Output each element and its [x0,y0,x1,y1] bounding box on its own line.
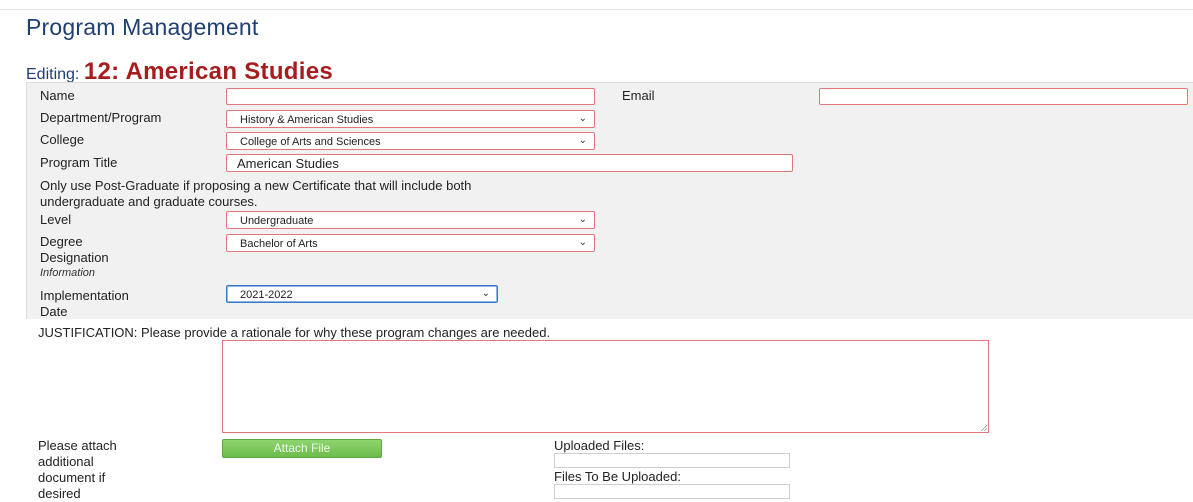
attach-label-line1: Please attach [38,438,117,453]
college-selected: College of Arts and Sciences [240,136,381,148]
program-title-input[interactable]: American Studies [226,154,793,172]
implementation-date-select[interactable]: 2021-2022 ⌄ [226,285,498,303]
level-selected: Undergraduate [240,215,314,227]
attach-label-line3: document if [38,470,106,485]
editing-program-name: 12: American Studies [83,58,334,85]
information-label: Information [40,267,96,279]
post-grad-note-line2: undergraduate and graduate courses. [40,194,258,209]
implementation-label-line2: Date [40,304,68,319]
chevron-down-icon: ⌄ [578,113,587,124]
level-label: Level [40,212,72,227]
name-input[interactable] [226,88,595,105]
top-divider [0,9,1193,10]
attach-file-button[interactable]: Attach File [222,439,382,458]
post-grad-note-line1: Only use Post-Graduate if proposing a ne… [40,178,472,193]
editing-label: Editing: [26,66,80,83]
uploaded-files-label: Uploaded Files: [554,438,645,453]
name-label: Name [40,88,75,103]
chevron-down-icon: ⌄ [578,135,587,146]
chevron-down-icon: ⌄ [578,237,587,248]
degree-select[interactable]: Bachelor of Arts ⌄ [226,234,595,252]
implementation-label-line1: Implementation [40,288,129,303]
attach-label-line2: additional [38,454,94,469]
files-to-upload-box [554,484,790,499]
uploaded-files-box [554,453,790,468]
college-select[interactable]: College of Arts and Sciences ⌄ [226,132,595,150]
level-select[interactable]: Undergraduate ⌄ [226,211,595,229]
resize-grip-icon[interactable] [980,424,987,431]
department-select[interactable]: History & American Studies ⌄ [226,110,595,128]
degree-label-line2: Designation [40,250,109,265]
implementation-selected: 2021-2022 [240,289,293,301]
degree-label-line1: Degree [40,234,83,249]
department-label: Department/Program [40,110,162,125]
college-label: College [40,132,85,147]
degree-selected: Bachelor of Arts [240,238,318,250]
page-title: Program Management [26,14,259,40]
program-title-label: Program Title [40,155,118,170]
email-input[interactable] [819,88,1188,105]
department-selected: History & American Studies [240,114,374,126]
email-label: Email [622,88,655,103]
justification-textarea[interactable] [222,340,989,433]
attach-label-line4: desired [38,486,81,501]
files-to-upload-label: Files To Be Uploaded: [554,469,681,484]
chevron-down-icon: ⌄ [481,288,490,299]
justification-label: JUSTIFICATION: Please provide a rational… [38,325,551,340]
chevron-down-icon: ⌄ [578,214,587,225]
